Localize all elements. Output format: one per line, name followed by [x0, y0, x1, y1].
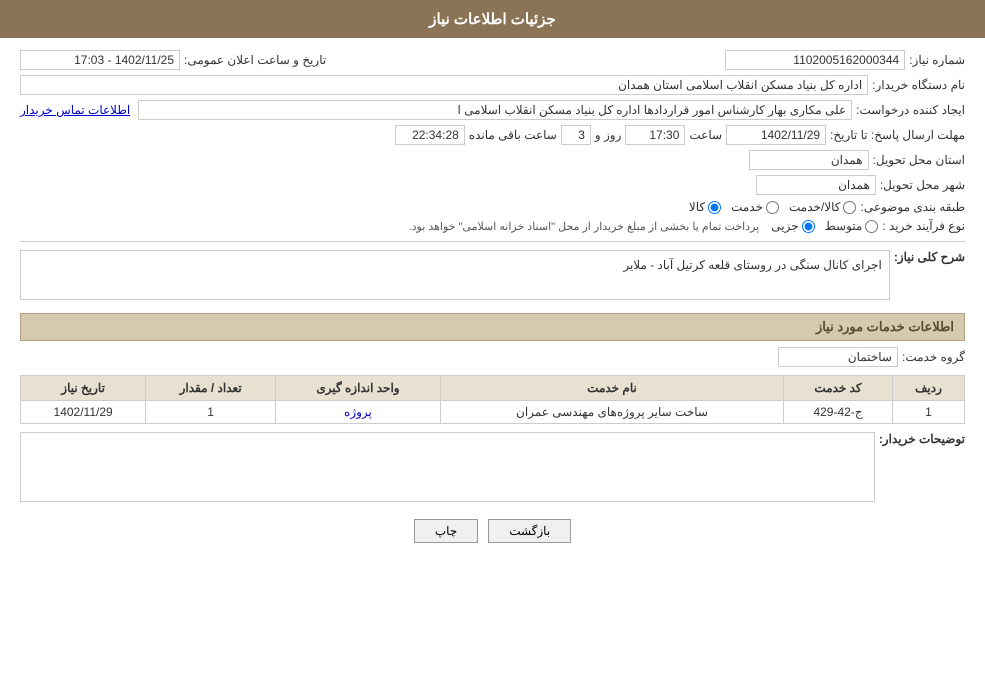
col-unit: واحد اندازه گیری	[276, 376, 441, 401]
buyer-org-row: نام دستگاه خریدار: اداره کل بنیاد مسکن ا…	[20, 75, 965, 95]
purchase-type-note: پرداخت تمام یا بخشی از مبلغ خریدار از مح…	[409, 220, 760, 233]
province-row: استان محل تحویل: همدان	[20, 150, 965, 170]
col-date: تاریخ نیاز	[21, 376, 146, 401]
purchase-type-radio-group: متوسط جزیی	[771, 219, 878, 233]
category-radio-khedmat[interactable]	[766, 201, 779, 214]
table-header-row: ردیف کد خدمت نام خدمت واحد اندازه گیری ت…	[21, 376, 965, 401]
category-label-kala-khedmat: کالا/خدمت	[789, 200, 840, 214]
city-label: شهر محل تحویل:	[880, 178, 965, 192]
deadline-remaining-label: ساعت باقی مانده	[469, 128, 557, 142]
purchase-type-label-motavasset: متوسط	[825, 219, 863, 233]
category-label-kala: کالا	[689, 200, 705, 214]
category-option-khedmat[interactable]: خدمت	[731, 200, 779, 214]
buyer-notes-textarea[interactable]	[20, 432, 875, 502]
cell-radif: 1	[892, 401, 964, 424]
col-name: نام خدمت	[440, 376, 783, 401]
deadline-row: مهلت ارسال پاسخ: تا تاریخ: 1402/11/29 سا…	[20, 125, 965, 145]
header-title: جزئیات اطلاعات نیاز	[429, 11, 556, 28]
purchase-type-option-motavasset[interactable]: متوسط	[825, 219, 879, 233]
services-section-header: اطلاعات خدمات مورد نیاز	[20, 313, 965, 341]
buyer-notes-label: توضیحات خریدار:	[879, 432, 965, 446]
purchase-type-radio-motavasset[interactable]	[865, 220, 878, 233]
description-text: اجرای کانال سنگی در روستای قلعه کرتیل آب…	[623, 258, 881, 272]
province-value: همدان	[749, 150, 869, 170]
category-radio-kala-khedmat[interactable]	[843, 201, 856, 214]
deadline-time-label: ساعت	[689, 128, 722, 142]
creator-value: علی مکاری بهار کارشناس امور قراردادها اد…	[138, 100, 852, 120]
announce-datetime-label: تاریخ و ساعت اعلان عمومی:	[184, 53, 326, 67]
deadline-days-value: 3	[561, 125, 591, 145]
purchase-type-radio-jozii[interactable]	[802, 220, 815, 233]
tender-number-row: شماره نیاز: 1102005162000344 تاریخ و ساع…	[20, 50, 965, 70]
cell-qty: 1	[146, 401, 276, 424]
city-value: همدان	[756, 175, 876, 195]
tender-number-value: 1102005162000344	[725, 50, 905, 70]
category-row: طبقه بندی موضوعی: کالا/خدمت خدمت کالا	[20, 200, 965, 214]
buyer-org-label: نام دستگاه خریدار:	[872, 78, 965, 92]
creator-row: ایجاد کننده درخواست: علی مکاری بهار کارش…	[20, 100, 965, 120]
purchase-type-label: نوع فرآیند خرید :	[882, 219, 965, 233]
service-group-row: گروه خدمت: ساختمان	[20, 347, 965, 367]
buyer-notes-container	[20, 432, 875, 505]
page-wrapper: جزئیات اطلاعات نیاز شماره نیاز: 11020051…	[0, 0, 985, 691]
category-radio-kala[interactable]	[708, 201, 721, 214]
deadline-label: مهلت ارسال پاسخ: تا تاریخ:	[830, 128, 965, 142]
service-group-label: گروه خدمت:	[902, 350, 965, 364]
city-row: شهر محل تحویل: همدان	[20, 175, 965, 195]
col-code: کد خدمت	[784, 376, 893, 401]
announce-datetime-value: 1402/11/25 - 17:03	[20, 50, 180, 70]
buyer-org-value: اداره کل بنیاد مسکن انقلاب اسلامی استان …	[20, 75, 868, 95]
category-label-khedmat: خدمت	[731, 200, 763, 214]
deadline-time-value: 17:30	[625, 125, 685, 145]
purchase-type-label-jozii: جزیی	[771, 219, 798, 233]
col-radif: ردیف	[892, 376, 964, 401]
deadline-days-label: روز و	[595, 128, 622, 142]
category-label: طبقه بندی موضوعی:	[860, 200, 965, 214]
description-section-label: شرح کلی نیاز:	[894, 250, 965, 264]
category-option-kala[interactable]: کالا	[689, 200, 721, 214]
back-button[interactable]: بازگشت	[488, 519, 571, 543]
cell-name: ساخت سایر پروژه‌های مهندسی عمران	[440, 401, 783, 424]
page-header: جزئیات اطلاعات نیاز	[0, 0, 985, 38]
deadline-date: 1402/11/29	[726, 125, 826, 145]
description-row: شرح کلی نیاز: اجرای کانال سنگی در روستای…	[20, 250, 965, 303]
creator-label: ایجاد کننده درخواست:	[856, 103, 965, 117]
service-group-value: ساختمان	[778, 347, 898, 367]
main-content: شماره نیاز: 1102005162000344 تاریخ و ساع…	[0, 38, 985, 565]
tender-number-label: شماره نیاز:	[909, 53, 965, 67]
print-button[interactable]: چاپ	[414, 519, 478, 543]
creator-link[interactable]: اطلاعات تماس خریدار	[20, 103, 130, 117]
col-qty: تعداد / مقدار	[146, 376, 276, 401]
cell-date: 1402/11/29	[21, 401, 146, 424]
deadline-remaining-value: 22:34:28	[395, 125, 465, 145]
category-radio-group: کالا/خدمت خدمت کالا	[689, 200, 857, 214]
purchase-type-option-jozii[interactable]: جزیی	[771, 219, 814, 233]
buyer-notes-row: توضیحات خریدار:	[20, 432, 965, 505]
cell-unit: پروژه	[276, 401, 441, 424]
button-row: بازگشت چاپ	[20, 519, 965, 543]
description-container: اجرای کانال سنگی در روستای قلعه کرتیل آب…	[20, 250, 890, 303]
category-option-kala-khedmat[interactable]: کالا/خدمت	[789, 200, 856, 214]
divider-1	[20, 241, 965, 242]
services-section-title: اطلاعات خدمات مورد نیاز	[816, 319, 954, 334]
province-label: استان محل تحویل:	[873, 153, 965, 167]
services-table: ردیف کد خدمت نام خدمت واحد اندازه گیری ت…	[20, 375, 965, 424]
cell-code: ج-42-429	[784, 401, 893, 424]
purchase-type-row: نوع فرآیند خرید : متوسط جزیی پرداخت تمام…	[20, 219, 965, 233]
table-row: 1ج-42-429ساخت سایر پروژه‌های مهندسی عمرا…	[21, 401, 965, 424]
